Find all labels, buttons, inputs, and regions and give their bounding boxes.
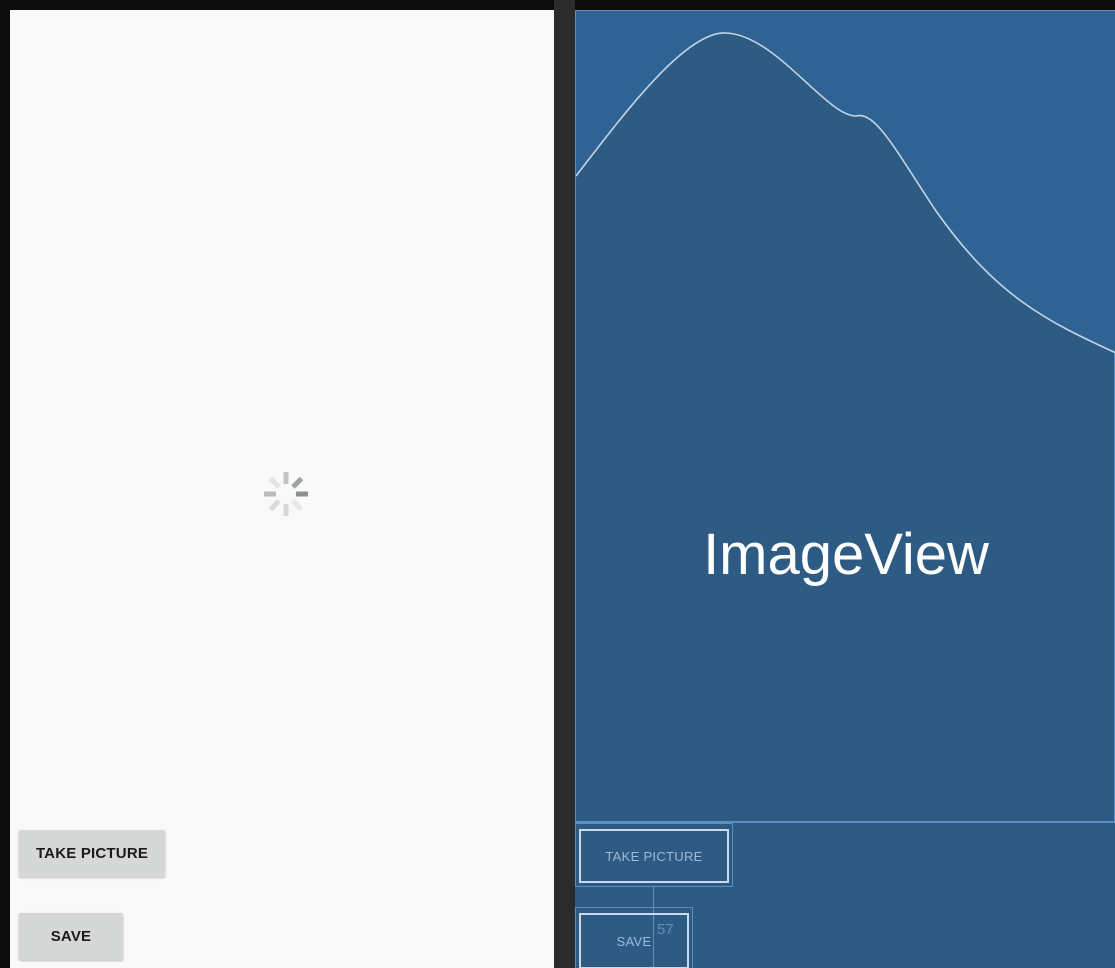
blueprint-button-area: TAKE PICTURE SAVE 57 [575,822,1115,968]
pane-divider[interactable] [554,0,575,968]
loading-spinner-icon [264,472,308,516]
blueprint-take-picture-button[interactable]: TAKE PICTURE [579,829,729,883]
blueprint-pane: ImageView TAKE PICTURE SAVE 57 [575,10,1115,968]
save-button[interactable]: SAVE [19,913,123,960]
margin-measure-label: 57 [657,921,674,938]
blueprint-image-placeholder-graphic [576,11,1115,354]
imageview-label: ImageView [703,522,989,587]
design-preview-pane: TAKE PICTURE SAVE [10,10,554,968]
take-picture-button[interactable]: TAKE PICTURE [19,830,165,877]
blueprint-imageview[interactable]: ImageView [575,10,1115,822]
